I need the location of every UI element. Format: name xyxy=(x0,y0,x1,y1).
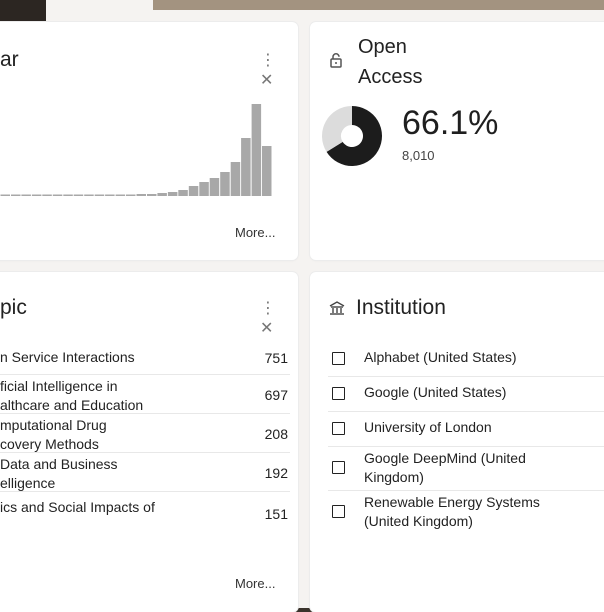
topic-count: 208 xyxy=(264,426,288,442)
topic-row[interactable]: mputational Drug covery Methods 208 xyxy=(0,413,290,453)
institution-label-line: Google DeepMind (United xyxy=(364,450,526,466)
topic-row[interactable]: n Service Interactions 751 xyxy=(0,342,290,374)
open-access-count: 8,010 xyxy=(402,148,435,163)
year-bar[interactable] xyxy=(209,178,220,196)
institution-row[interactable]: University of London xyxy=(328,411,604,447)
year-bar[interactable] xyxy=(157,193,167,196)
institution-icon xyxy=(329,301,345,315)
year-bar[interactable] xyxy=(230,162,241,196)
topic-row[interactable]: ics and Social Impacts of 151 xyxy=(0,491,290,531)
institution-label: Alphabet (United States) xyxy=(364,348,604,367)
topic-more-link[interactable]: More... xyxy=(235,576,275,591)
year-bar[interactable] xyxy=(178,190,188,196)
year-card: ar ⋮ ✕ More... xyxy=(0,22,298,260)
year-bar[interactable] xyxy=(21,194,31,197)
year-bar[interactable] xyxy=(241,138,251,196)
topic-label-line: mputational Drug xyxy=(0,417,107,433)
topic-label-line: ics and Social Impacts of xyxy=(0,499,155,515)
year-bar[interactable] xyxy=(147,194,157,196)
topic-row[interactable]: Data and Business elligence 192 xyxy=(0,452,290,492)
year-bar[interactable] xyxy=(63,194,73,197)
year-bar[interactable] xyxy=(84,194,94,197)
year-bar[interactable] xyxy=(262,146,272,196)
year-bar[interactable] xyxy=(31,194,42,197)
institution-label-line: University of London xyxy=(364,419,492,435)
topic-label: ics and Social Impacts of xyxy=(0,498,210,517)
institution-row[interactable]: Google (United States) xyxy=(328,376,604,412)
year-card-title: ar xyxy=(0,48,19,71)
year-bar[interactable] xyxy=(136,194,147,196)
year-bar[interactable] xyxy=(94,194,105,197)
topic-label: mputational Drug covery Methods xyxy=(0,416,210,454)
institution-checkbox[interactable] xyxy=(332,505,345,518)
year-bar[interactable] xyxy=(251,104,262,196)
institution-label-line: Renewable Energy Systems xyxy=(364,494,540,510)
year-bar[interactable] xyxy=(11,194,21,197)
institution-checkbox[interactable] xyxy=(332,387,345,400)
year-bar[interactable] xyxy=(52,194,63,197)
institution-label: Renewable Energy Systems (United Kingdom) xyxy=(364,493,604,531)
year-bar[interactable] xyxy=(126,194,136,197)
year-bar[interactable] xyxy=(42,194,52,197)
open-access-card: Open Access 66.1% 8,010 xyxy=(310,22,604,260)
topic-label-line: ficial Intelligence in xyxy=(0,378,118,394)
open-access-percent: 66.1% xyxy=(402,104,499,142)
topic-count: 697 xyxy=(264,387,288,403)
open-access-title-line1: Open xyxy=(358,36,407,58)
institution-label: Google (United States) xyxy=(364,383,604,402)
year-bar[interactable] xyxy=(188,186,199,196)
topic-label: Data and Business elligence xyxy=(0,455,210,493)
open-access-title: Open Access xyxy=(358,32,422,92)
institution-row[interactable]: Google DeepMind (United Kingdom) xyxy=(328,446,604,491)
institution-label-line: (United Kingdom) xyxy=(364,513,473,529)
institution-label: Google DeepMind (United Kingdom) xyxy=(364,449,604,487)
unlock-icon xyxy=(330,53,342,68)
topic-card: pic ⋮ ✕ n Service Interactions 751 ficial … xyxy=(0,272,298,612)
topic-label-line: Data and Business xyxy=(0,456,118,472)
year-more-link[interactable]: More... xyxy=(235,225,275,240)
year-bar[interactable] xyxy=(220,172,230,196)
donut-closed-slice xyxy=(322,106,352,152)
institution-card-title: Institution xyxy=(356,296,446,319)
topic-count: 151 xyxy=(264,506,288,522)
year-bar[interactable] xyxy=(73,194,84,197)
topic-label-line: n Service Interactions xyxy=(0,349,135,365)
institution-row[interactable]: Alphabet (United States) xyxy=(328,342,604,376)
topic-card-title: pic xyxy=(0,296,27,319)
year-bar[interactable] xyxy=(167,192,178,196)
year-bar[interactable] xyxy=(199,182,209,196)
institution-card: Institution Alphabet (United States) Goog… xyxy=(310,272,604,612)
topic-row[interactable]: ficial Intelligence in althcare and Educa… xyxy=(0,374,290,414)
year-bar[interactable] xyxy=(115,194,126,197)
institution-label-line: Google (United States) xyxy=(364,384,507,400)
top-banner xyxy=(153,0,604,10)
institution-checkbox[interactable] xyxy=(332,422,345,435)
institution-row[interactable]: Renewable Energy Systems (United Kingdom) xyxy=(328,490,604,537)
institution-checkbox[interactable] xyxy=(332,352,345,365)
institution-checkbox[interactable] xyxy=(332,461,345,474)
institution-label: University of London xyxy=(364,418,604,437)
year-bar[interactable] xyxy=(0,194,11,197)
topic-count: 751 xyxy=(264,350,288,366)
institution-label-line: Alphabet (United States) xyxy=(364,349,517,365)
institution-label-line: Kingdom) xyxy=(364,469,424,485)
year-card-controls[interactable]: ⋮ ✕ xyxy=(260,50,298,90)
open-access-title-line2: Access xyxy=(358,66,423,88)
topic-label: ficial Intelligence in althcare and Educa… xyxy=(0,377,210,415)
topic-card-controls[interactable]: ⋮ ✕ xyxy=(260,298,298,338)
year-histogram xyxy=(0,104,272,197)
year-bar[interactable] xyxy=(105,194,115,197)
topic-count: 192 xyxy=(264,465,288,481)
open-access-donut xyxy=(322,106,382,166)
topic-label: n Service Interactions xyxy=(0,348,210,367)
